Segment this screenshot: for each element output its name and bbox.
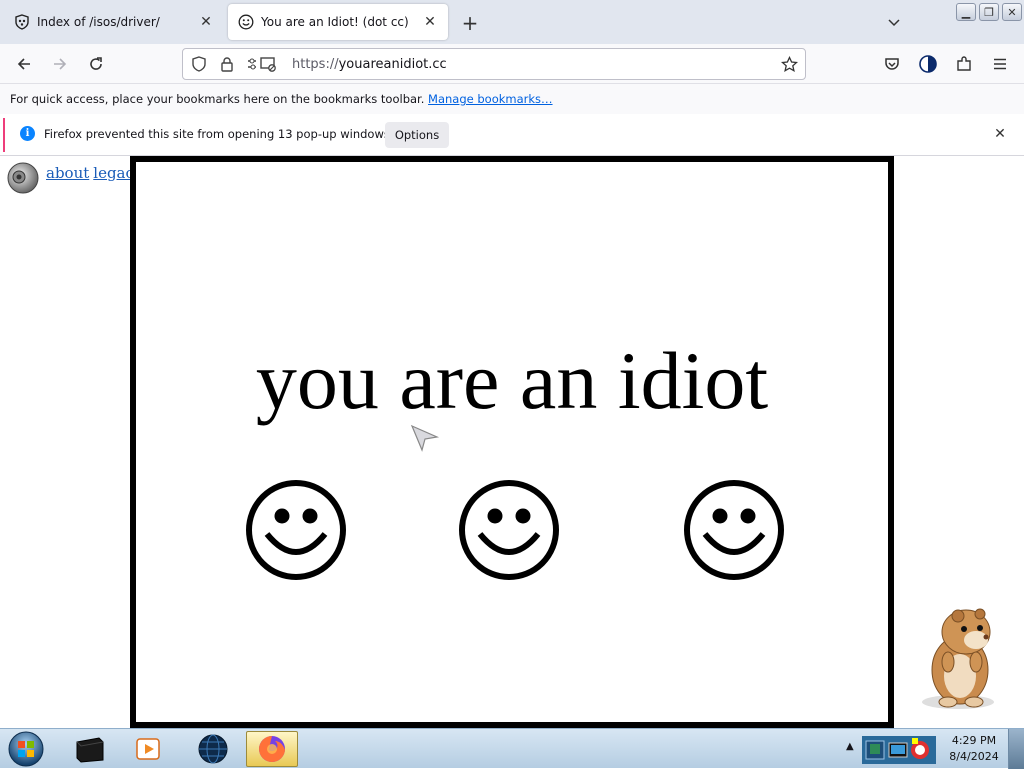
about-link[interactable]: about (46, 164, 89, 182)
show-hidden-icons-button[interactable]: ▲ (846, 741, 854, 752)
navigation-toolbar: https://youareanidiot.cc (0, 44, 1024, 84)
chevron-down-icon[interactable] (884, 12, 904, 32)
reload-button[interactable] (84, 52, 108, 76)
globe-app-icon[interactable] (190, 731, 236, 767)
notification-text: Firefox prevented this site from opening… (44, 127, 394, 141)
firefox-taskbar-button[interactable] (246, 731, 298, 767)
notification-accent-bar (3, 118, 5, 152)
mouse-cursor-icon (410, 424, 440, 452)
reload-icon (90, 57, 102, 70)
restore-window-button[interactable]: ❐ (979, 3, 999, 21)
start-button[interactable] (6, 730, 46, 768)
extensions-puzzle-icon[interactable] (952, 52, 976, 76)
bookmarks-hint-text: For quick access, place your bookmarks h… (10, 92, 425, 106)
clock-time: 4:29 PM (951, 734, 997, 747)
tab-label: Index of /isos/driver/ (37, 15, 160, 29)
tab-label: You are an Idiot! (dot cc) (261, 15, 409, 29)
shield-dots-icon (14, 14, 30, 30)
windows-taskbar: ▲ 4:29 PM 8/4/2024 (0, 728, 1024, 769)
clock-date: 8/4/2024 (949, 750, 999, 763)
system-clock[interactable]: 4:29 PM 8/4/2024 (944, 733, 1004, 765)
smiley-face-icon (246, 480, 346, 580)
info-icon: i (20, 126, 35, 141)
url-text: https://youareanidiot.cc (292, 57, 447, 72)
firefox-icon (259, 736, 285, 762)
forward-arrow-icon (54, 58, 67, 70)
star-bookmark-icon[interactable] (780, 55, 799, 76)
lock-icon[interactable] (219, 56, 235, 75)
back-button[interactable] (12, 52, 36, 76)
idiot-panel: you are an idiot (130, 156, 894, 728)
close-icon[interactable]: ✕ (422, 14, 438, 30)
tab-index-isos-driver[interactable]: Index of /isos/driver/ ✕ (4, 4, 224, 40)
headline: you are an idiot (255, 335, 769, 426)
popup-blocked-notification: i Firefox prevented this site from openi… (0, 114, 1024, 156)
tray-icons[interactable] (862, 736, 936, 764)
options-button[interactable]: Options (385, 122, 449, 148)
address-bar[interactable]: https://youareanidiot.cc (182, 48, 806, 80)
bookmarks-toolbar: For quick access, place your bookmarks h… (0, 84, 1024, 114)
smiley-icon (238, 14, 254, 30)
dancing-hamster-icon (922, 608, 994, 709)
smiley-face-icon (684, 480, 784, 580)
terminal-app-icon[interactable] (66, 731, 112, 767)
close-icon[interactable]: ✕ (198, 14, 214, 30)
url-host: youareanidiot.cc (338, 57, 447, 72)
dark-mode-toggle-icon[interactable] (916, 52, 940, 76)
bookmarks-hint: For quick access, place your bookmarks h… (10, 92, 553, 106)
close-window-button[interactable]: ✕ (1002, 3, 1022, 21)
hamburger-menu-icon[interactable] (988, 52, 1012, 76)
tab-you-are-an-idiot[interactable]: You are an Idiot! (dot cc) ✕ (228, 4, 448, 40)
forward-button[interactable] (48, 52, 72, 76)
smiley-face-icon (459, 480, 559, 580)
manage-bookmarks-link[interactable]: Manage bookmarks… (428, 92, 553, 106)
show-desktop-button[interactable] (1008, 729, 1024, 769)
new-tab-button[interactable]: + (458, 11, 482, 35)
permissions-icon[interactable] (247, 56, 283, 75)
close-icon[interactable]: ✕ (992, 126, 1008, 142)
url-scheme: https:// (292, 57, 339, 72)
speaker-icon[interactable] (6, 161, 40, 195)
back-arrow-icon (17, 58, 30, 70)
system-tray: ▲ (840, 729, 940, 769)
media-player-icon[interactable] (126, 731, 172, 767)
minimize-window-button[interactable]: ▁ (956, 3, 976, 21)
tab-strip: Index of /isos/driver/ ✕ You are an Idio… (0, 0, 1024, 44)
pocket-icon[interactable] (880, 52, 904, 76)
tracking-shield-icon[interactable] (191, 56, 207, 75)
